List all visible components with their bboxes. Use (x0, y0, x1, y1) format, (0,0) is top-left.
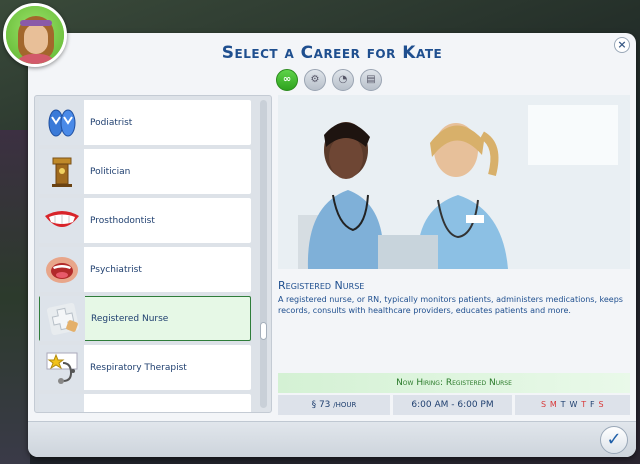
career-label: Respiratory Therapist (90, 362, 187, 373)
career-details: Registered Nurse A registered nurse, or … (278, 95, 630, 415)
tab-infinity-icon[interactable]: ∞ (276, 69, 298, 91)
list-scrollbar[interactable] (260, 100, 267, 408)
flip-flops-icon (39, 100, 84, 145)
career-description: A registered nurse, or RN, typically mon… (278, 295, 623, 315)
day-tuesday: T (560, 400, 567, 409)
hiring-banner: Now Hiring: Registered Nurse (278, 373, 630, 393)
close-button[interactable]: × (614, 37, 630, 53)
career-photo (278, 95, 630, 269)
day-friday: F (590, 400, 596, 409)
confirm-button[interactable]: ✓ (600, 426, 628, 454)
work-hours: 6:00 AM - 6:00 PM (393, 395, 512, 415)
day-sunday: S (540, 400, 547, 409)
smile-teeth-icon (39, 198, 84, 243)
career-dialog: Select a Career for Kate × ∞ ⚙ ◔ ▤ Podia… (28, 33, 636, 457)
career-name: Registered Nurse (278, 279, 365, 292)
partial-item-icon (39, 394, 84, 412)
pay-value: 73 (318, 400, 331, 410)
career-label: Podiatrist (90, 117, 133, 128)
list-item-podiatrist[interactable]: Podiatrist (39, 100, 251, 145)
career-type-tabs: ∞ ⚙ ◔ ▤ (276, 69, 382, 91)
stethoscope-star-icon (39, 345, 84, 390)
scroll-thumb[interactable] (260, 322, 267, 340)
career-info-row: § 73 /HOUR 6:00 AM - 6:00 PM S M T W T F… (278, 395, 630, 415)
tab-odd-job-icon[interactable]: ▤ (360, 69, 382, 91)
sim-avatar[interactable] (3, 3, 67, 67)
tab-part-time-icon[interactable]: ◔ (332, 69, 354, 91)
background-scene (0, 130, 30, 464)
list-item-prosthodontist[interactable]: Prosthodontist (39, 198, 251, 243)
list-item-respiratory-therapist[interactable]: Respiratory Therapist (39, 345, 251, 390)
list-item-politician[interactable]: Politician (39, 149, 251, 194)
list-item-registered-nurse[interactable]: Registered Nurse (39, 296, 251, 341)
career-list: Podiatrist Politician Prosthodontist Psy… (34, 95, 272, 413)
career-label: Politician (90, 166, 131, 177)
work-days: S M T W T F S (515, 395, 630, 415)
list-item-psychiatrist[interactable]: Psychiatrist (39, 247, 251, 292)
career-label: Prosthodontist (90, 215, 155, 226)
dialog-footer: ✓ (28, 421, 636, 457)
list-item-partial[interactable] (39, 394, 251, 412)
dialog-title: Select a Career for Kate (221, 43, 443, 63)
day-thursday: T (581, 400, 587, 409)
tab-active-career-icon[interactable]: ⚙ (304, 69, 326, 91)
day-monday: M (549, 400, 558, 409)
day-saturday: S (598, 400, 605, 409)
pay-rate: § 73 /HOUR (278, 395, 390, 415)
pay-unit: /HOUR (333, 401, 357, 409)
career-label: Psychiatrist (90, 264, 142, 275)
career-label: Registered Nurse (91, 313, 169, 324)
day-wednesday: W (569, 400, 578, 409)
podium-icon (39, 149, 84, 194)
simoleon-icon: § (311, 400, 317, 410)
open-mouth-icon (39, 247, 84, 292)
medical-cross-icon (40, 296, 85, 341)
